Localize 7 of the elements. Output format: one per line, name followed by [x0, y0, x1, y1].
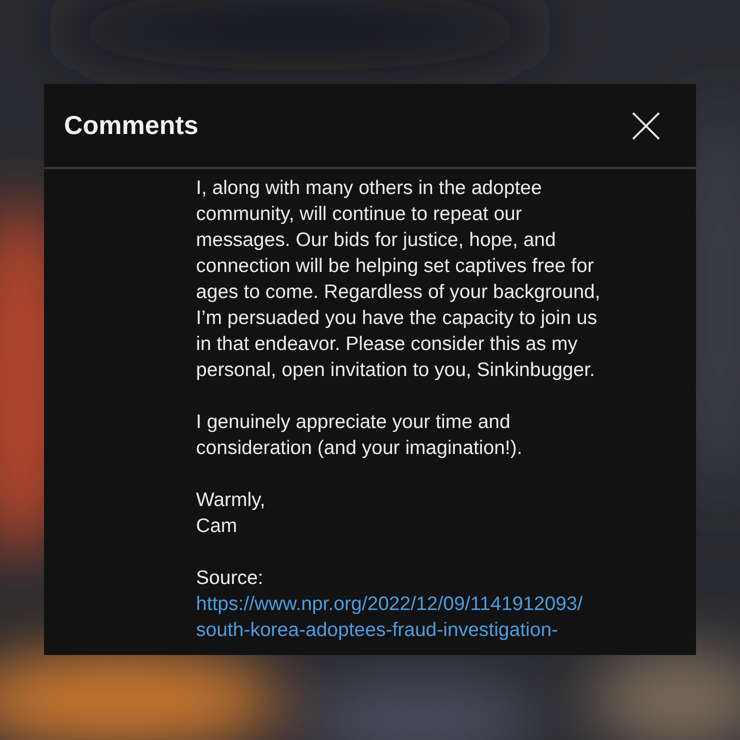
comment-text: Source: [196, 566, 264, 591]
comment-text: Warmly, Cam [196, 488, 266, 539]
panel-title: Comments [64, 110, 198, 141]
source-link[interactable]: https://www.npr.org/2022/12/09/1141912093/ south-korea-adoptees-fraud-investigation- [196, 591, 696, 643]
comment-text: I genuinely appreciate your time and consideration (and your imagination!). [196, 410, 524, 461]
close-icon[interactable] [632, 112, 660, 140]
comment-text: I, along with many others in the adoptee community, will continue to repeat our messages. Our bids for justice, hope, and connection will be helping set captives free for ages to come. Regardless of your background, I’m persuaded you have the capacity to join us in that endeavor. Please consider this as my personal, open invitation to you, Sinkinbugger. [196, 176, 602, 383]
